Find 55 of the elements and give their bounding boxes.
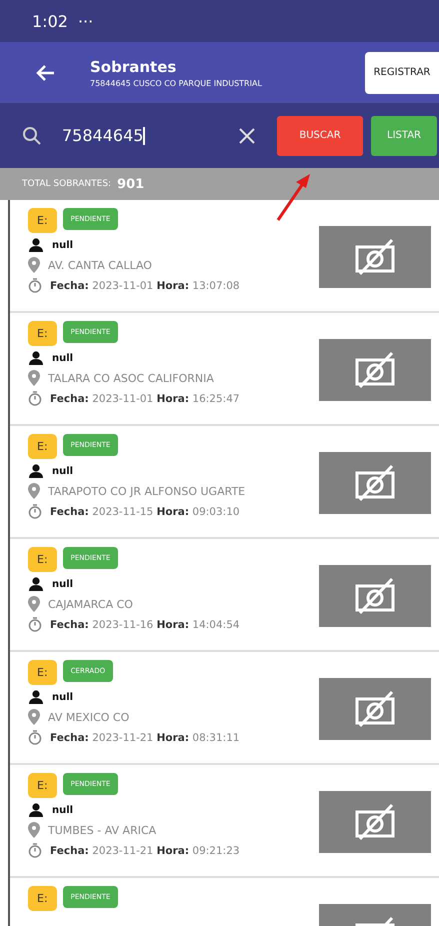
person-icon <box>28 351 44 365</box>
label-badge: E: <box>28 434 57 459</box>
clock-text: 1:02 <box>32 12 68 30</box>
label-badge: E: <box>28 886 57 911</box>
stopwatch-icon <box>28 504 42 519</box>
label-badge: E: <box>28 547 57 572</box>
person-icon <box>28 577 44 591</box>
total-label: TOTAL SOBRANTES: <box>22 179 112 189</box>
address-text: AV. CANTA CALLAO <box>48 258 152 272</box>
address-text: TUMBES - AV ARICA <box>48 824 156 836</box>
date-time-text: Fecha: 2023-11-21 Hora: 08:31:11 <box>50 732 240 744</box>
address-text: TARAPOTO CO JR ALFONSO UGARTE <box>48 484 246 498</box>
person-name: null <box>52 352 74 364</box>
total-value: 901 <box>117 176 144 192</box>
person-icon <box>28 690 44 704</box>
person-name: null <box>52 240 74 250</box>
register-button[interactable]: REGISTRAR <box>365 52 439 94</box>
label-badge: E: <box>28 208 57 233</box>
search-button[interactable]: BUSCAR <box>277 116 363 156</box>
address-text: AV MEXICO CO <box>48 710 130 724</box>
label-badge: E: <box>28 660 57 685</box>
person-icon <box>28 803 44 817</box>
location-pin-icon <box>28 483 40 499</box>
person-name: null <box>52 692 74 702</box>
back-icon[interactable] <box>35 64 55 82</box>
close-icon[interactable] <box>239 128 255 144</box>
label-badge: E: <box>28 321 57 346</box>
location-pin-icon <box>28 709 40 725</box>
person-name: null <box>52 804 74 816</box>
location-pin-icon <box>28 596 40 612</box>
person-icon <box>28 238 44 252</box>
address-text: TALARA CO ASOC CALIFORNIA <box>48 372 214 384</box>
person-icon <box>28 464 44 478</box>
date-time-text: Fecha: 2023-11-01 Hora: 13:07:08 <box>50 280 240 292</box>
location-pin-icon <box>28 370 40 386</box>
stopwatch-icon <box>28 391 42 406</box>
person-name: null <box>52 578 74 590</box>
stopwatch-icon <box>28 843 42 858</box>
search-field[interactable]: 75844645 <box>62 126 219 146</box>
location-pin-icon <box>28 257 40 273</box>
date-time-text: Fecha: 2023-11-15 Hora: 09:03:10 <box>50 506 240 518</box>
date-time-text: Fecha: 2023-11-21 Hora: 09:21:23 <box>50 844 240 856</box>
stopwatch-icon <box>28 730 42 745</box>
overflow-dots: ··· <box>78 12 94 30</box>
address-text: CAJAMARCA CO <box>48 598 133 610</box>
stopwatch-icon <box>28 617 42 632</box>
screen-title: Sobrantes <box>90 58 178 76</box>
stopwatch-icon <box>28 278 42 293</box>
search-icon <box>22 126 42 146</box>
date-time-text: Fecha: 2023-11-16 Hora: 14:04:54 <box>50 618 240 630</box>
screen-subtitle: 75844645 CUSCO CO PARQUE INDUSTRIAL <box>90 78 263 88</box>
date-time-text: Fecha: 2023-11-01 Hora: 16:25:47 <box>50 392 240 404</box>
location-pin-icon <box>28 822 40 838</box>
person-name: null <box>52 466 74 476</box>
label-badge: E: <box>28 773 57 798</box>
